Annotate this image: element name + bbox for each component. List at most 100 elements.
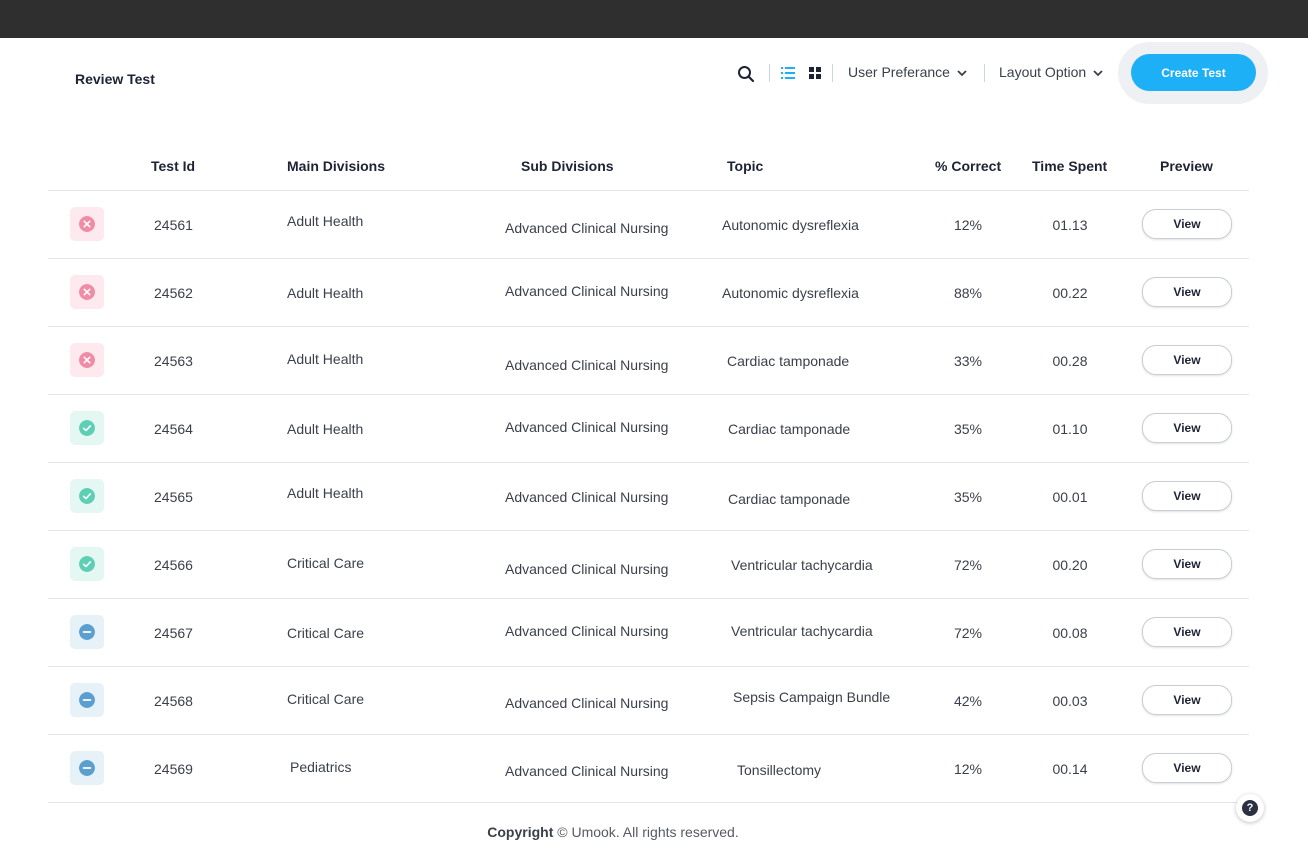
percent-correct-cell: 12% [953,217,983,233]
toolbar-divider [984,64,985,82]
table-row: 24568 Critical Care Advanced Clinical Nu… [48,667,1249,735]
time-spent-cell: 01.10 [1052,421,1088,437]
test-id-cell: 24563 [154,353,193,369]
sub-division-cell: Advanced Clinical Nursing [505,419,669,435]
minus-circle-icon [79,624,95,640]
time-spent-cell: 01.13 [1052,217,1088,233]
main-division-cell: Adult Health [287,285,364,301]
column-header-sub-divisions: Sub Divisions [521,158,614,174]
status-badge [70,683,104,717]
status-badge [70,479,104,513]
x-circle-icon [79,216,95,232]
table-row: 24566 Critical Care Advanced Clinical Nu… [48,531,1249,599]
test-id-cell: 24564 [154,421,193,437]
view-button[interactable]: View [1142,617,1232,647]
percent-correct-cell: 72% [953,625,983,641]
copyright-text: © Umook. All rights reserved. [557,824,739,840]
view-button[interactable]: View [1142,209,1232,239]
time-spent-cell: 00.14 [1052,761,1088,777]
user-preference-label: User Preferance [848,64,950,80]
view-button[interactable]: View [1142,345,1232,375]
column-header-main-divisions: Main Divisions [287,158,386,174]
time-spent-cell: 00.08 [1052,625,1088,641]
view-button[interactable]: View [1142,549,1232,579]
time-spent-cell: 00.01 [1052,489,1088,505]
test-id-cell: 24561 [154,217,193,233]
sub-division-cell: Advanced Clinical Nursing [505,623,669,639]
column-header-topic: Topic [727,158,764,174]
view-button[interactable]: View [1142,685,1232,715]
toolbar-divider [832,64,833,82]
sub-division-cell: Advanced Clinical Nursing [505,283,669,299]
toolbar-divider [769,64,770,82]
table-body: 24561 Adult Health Advanced Clinical Nur… [48,191,1249,803]
list-view-icon[interactable] [780,65,796,81]
percent-correct-cell: 33% [953,353,983,369]
topic-cell: Cardiac tamponade [728,491,851,507]
topic-cell: Autonomic dysreflexia [722,217,859,233]
table-header: Test Id Main Divisions Sub Divisions Top… [48,142,1249,191]
status-badge [70,411,104,445]
test-id-cell: 24568 [154,693,193,709]
main-division-cell: Critical Care [287,691,365,707]
percent-correct-cell: 88% [953,285,983,301]
x-circle-icon [79,284,95,300]
view-button[interactable]: View [1142,413,1232,443]
column-header-preview: Preview [1160,158,1213,174]
table-row: 24562 Adult Health Advanced Clinical Nur… [48,259,1249,327]
percent-correct-cell: 35% [953,489,983,505]
test-id-cell: 24566 [154,557,193,573]
percent-correct-cell: 42% [953,693,983,709]
layout-option-dropdown[interactable]: Layout Option [999,64,1104,80]
main-division-cell: Adult Health [287,213,364,229]
sub-division-cell: Advanced Clinical Nursing [505,763,669,779]
status-badge [70,207,104,241]
help-button[interactable]: ? [1236,794,1264,822]
main-division-cell: Pediatrics [290,759,352,775]
table-row: 24567 Critical Care Advanced Clinical Nu… [48,599,1249,667]
user-preference-dropdown[interactable]: User Preferance [848,64,968,80]
time-spent-cell: 00.28 [1052,353,1088,369]
view-button[interactable]: View [1142,481,1232,511]
test-id-cell: 24567 [154,625,193,641]
topic-cell: Ventricular tachycardia [731,623,873,639]
toolbar: User Preferance Layout Option Create Tes… [0,42,1308,104]
create-test-button[interactable]: Create Test [1131,54,1256,91]
main-division-cell: Critical Care [287,625,365,641]
table-row: 24564 Adult Health Advanced Clinical Nur… [48,395,1249,463]
layout-option-label: Layout Option [999,64,1087,80]
topic-cell: Ventricular tachycardia [731,557,873,573]
sub-division-cell: Advanced Clinical Nursing [505,220,669,236]
main-division-cell: Adult Health [287,485,364,501]
table-row: 24569 Pediatrics Advanced Clinical Nursi… [48,735,1249,803]
check-circle-icon [79,488,95,504]
time-spent-cell: 00.22 [1052,285,1088,301]
table-row: 24561 Adult Health Advanced Clinical Nur… [48,191,1249,259]
status-badge [70,751,104,785]
status-badge [70,547,104,581]
grid-view-icon[interactable] [807,65,823,81]
percent-correct-cell: 35% [953,421,983,437]
chevron-down-icon [957,70,967,77]
search-icon[interactable] [737,65,755,83]
review-test-table: Test Id Main Divisions Sub Divisions Top… [48,142,1249,803]
main-division-cell: Critical Care [287,555,365,571]
help-icon: ? [1242,800,1258,816]
column-header-test-id: Test Id [151,158,196,174]
view-button[interactable]: View [1142,277,1232,307]
minus-circle-icon [79,692,95,708]
sub-division-cell: Advanced Clinical Nursing [505,489,669,505]
column-header-time-spent: Time Spent [1032,158,1108,174]
minus-circle-icon [79,760,95,776]
check-circle-icon [79,420,95,436]
test-id-cell: 24562 [154,285,193,301]
percent-correct-cell: 72% [953,557,983,573]
main-division-cell: Adult Health [287,351,364,367]
status-badge [70,615,104,649]
view-button[interactable]: View [1142,753,1232,783]
footer: Copyright © Umook. All rights reserved. [0,824,1226,840]
topic-cell: Sepsis Campaign Bundle [733,689,891,705]
check-circle-icon [79,556,95,572]
x-circle-icon [79,352,95,368]
top-bar [0,0,1308,38]
